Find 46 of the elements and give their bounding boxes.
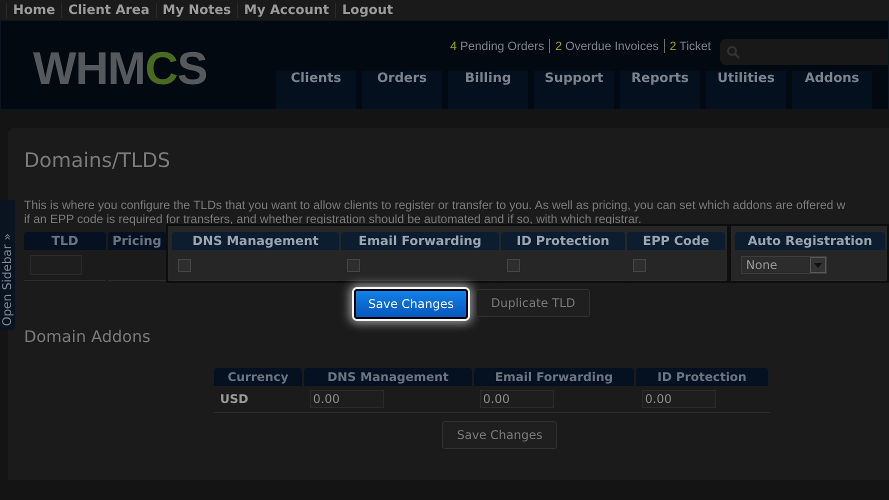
column-header: DNS Management <box>304 368 472 386</box>
page-description: This is where you configure the TLDs that you want to allow clients to register or transfer to you. As well as pricing, you can set which addons are offered w if an EPP code is required for transfers, and whether registration should be automated and if so, with which registrar. <box>24 198 846 226</box>
price-input-field[interactable]: 0.00 <box>642 390 716 408</box>
save-button[interactable]: Save Changes <box>442 421 558 449</box>
search-icon <box>726 45 740 59</box>
column-header: Email Forwarding <box>474 368 634 386</box>
column-header: TLD <box>24 232 106 250</box>
checkbox[interactable] <box>507 258 520 272</box>
logo: WHMCS <box>33 41 208 96</box>
column-header: Auto Registration <box>735 232 885 250</box>
caret-icon <box>810 257 826 273</box>
nav-tab[interactable]: Addons <box>792 71 872 109</box>
nav-tab[interactable]: Clients <box>276 71 356 109</box>
duplicate-button[interactable]: Duplicate TLD <box>476 289 590 317</box>
nav-link[interactable]: My Account <box>237 2 336 18</box>
table-cell: USD <box>220 392 248 406</box>
column-header: Currency <box>214 368 302 386</box>
column-header: EPP Code <box>627 232 725 250</box>
registrar-dropdown[interactable]: None <box>741 256 827 274</box>
column-header: Pricing <box>108 232 166 250</box>
nav-tab[interactable]: Support <box>534 71 614 109</box>
page-title: Domains/TLDS <box>24 148 172 172</box>
price-input-field[interactable]: 0.00 <box>480 390 554 408</box>
stats-link[interactable]: 2 Overdue Invoices <box>549 39 664 53</box>
stats-link[interactable]: 2 Ticket <box>664 39 716 53</box>
nav-tab[interactable]: Reports <box>620 71 700 109</box>
search-field[interactable] <box>720 39 888 65</box>
nav-tab[interactable]: Billing <box>448 71 528 109</box>
stats-link[interactable]: 4 Pending Orders <box>445 39 550 53</box>
nav-link[interactable]: Home <box>6 2 62 18</box>
section-title: Domain Addons <box>24 327 152 346</box>
price-input-field[interactable]: 0.00 <box>310 390 384 408</box>
open-sidebar-tab[interactable]: Open Sidebar » <box>0 200 15 330</box>
nav-link[interactable]: My Notes <box>156 2 238 18</box>
nav-tab[interactable]: Orders <box>362 71 442 109</box>
column-header: ID Protection <box>501 232 625 250</box>
column-header: ID Protection <box>636 368 768 386</box>
nav-link[interactable]: Client Area <box>61 2 156 18</box>
save-button[interactable]: Save Changes <box>354 289 468 319</box>
nav-tab[interactable]: Utilities <box>706 71 786 109</box>
column-header: Email Forwarding <box>341 232 499 250</box>
column-header: DNS Management <box>172 232 339 250</box>
checkbox[interactable] <box>347 258 360 272</box>
nav-link[interactable]: Logout <box>335 2 400 18</box>
checkbox[interactable] <box>178 258 191 272</box>
checkbox[interactable] <box>633 258 646 272</box>
